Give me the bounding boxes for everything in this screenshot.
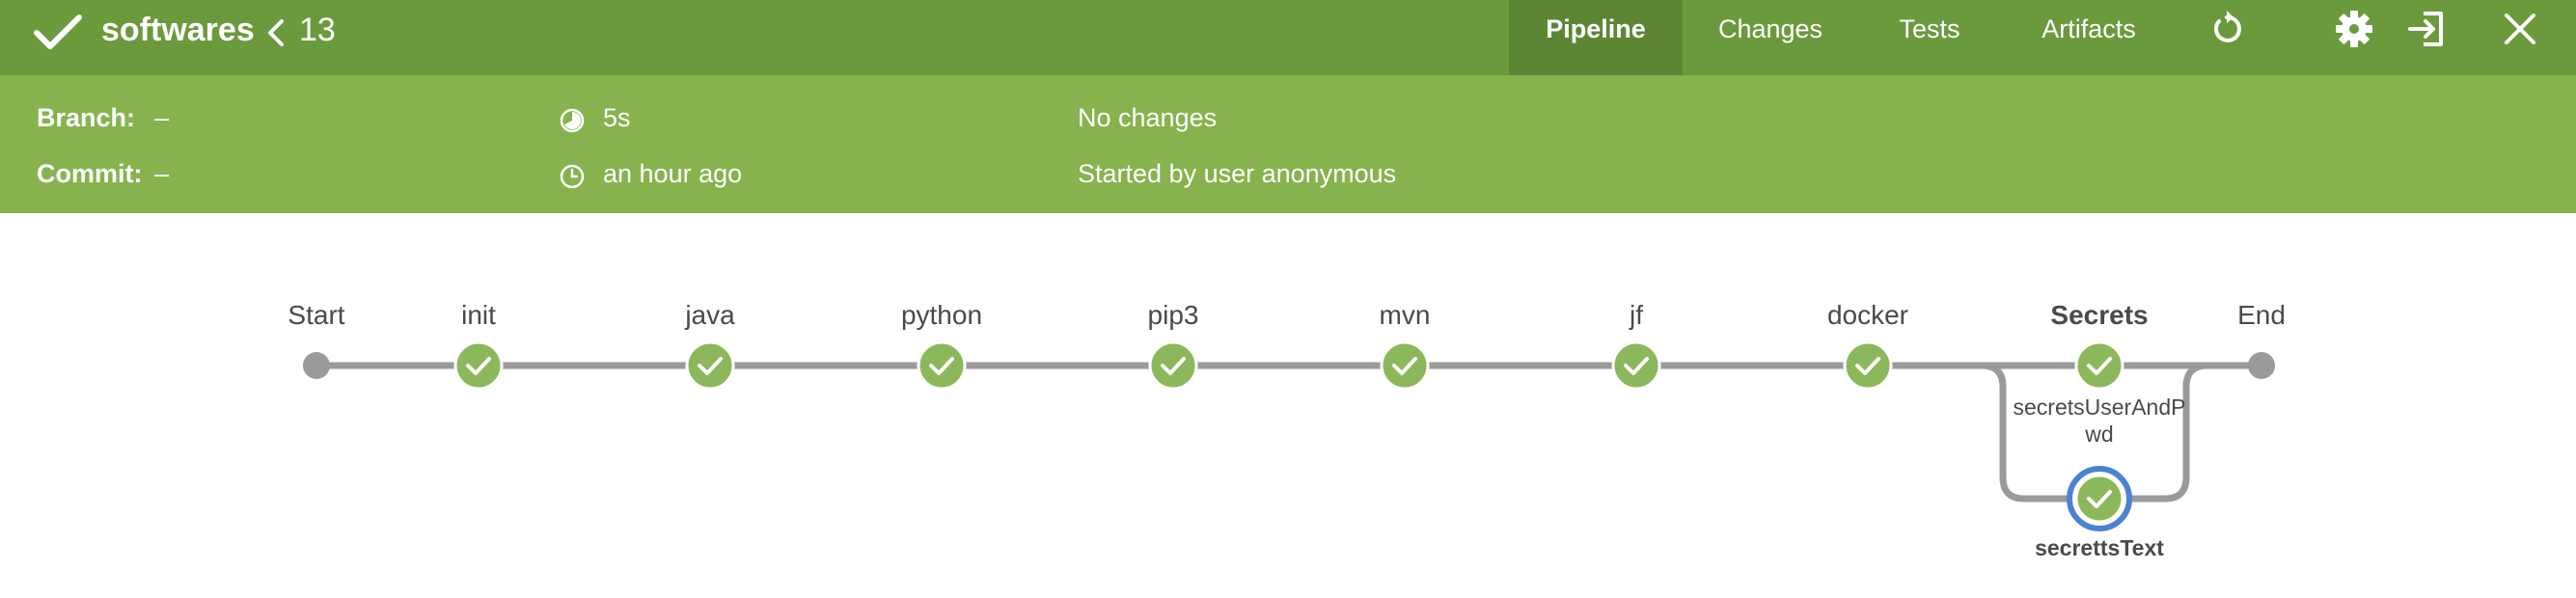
time-ago-value: an hour ago xyxy=(603,159,743,188)
stage-node-jf[interactable] xyxy=(1611,340,1661,391)
check-icon xyxy=(34,14,82,49)
pipeline-graph xyxy=(303,340,2275,531)
tab-changes[interactable]: Changes xyxy=(1698,0,1843,75)
tab-artifacts[interactable]: Artifacts xyxy=(2016,0,2161,75)
replay-icon[interactable] xyxy=(2206,8,2248,50)
changes-summary: No changes xyxy=(1078,103,1218,132)
stage-node-docker[interactable] xyxy=(1843,340,1893,391)
connector-lines xyxy=(313,362,2265,503)
duration-value: 5s xyxy=(603,103,631,132)
stage-label-init: init xyxy=(461,300,496,330)
started-by: Started by user anonymous xyxy=(1078,159,1397,188)
gear-icon[interactable] xyxy=(2333,8,2375,50)
stage-node-java[interactable] xyxy=(685,340,735,391)
open-external-icon[interactable] xyxy=(2406,8,2449,50)
stage-label-java: java xyxy=(685,300,735,330)
close-icon[interactable] xyxy=(2499,8,2541,50)
branch-label-line2: wd xyxy=(2085,421,2114,447)
job-name[interactable]: softwares xyxy=(101,12,255,49)
tab-tests[interactable]: Tests xyxy=(1852,0,2007,75)
stage-node-pip3[interactable] xyxy=(1148,340,1198,391)
run-details-bar: Branch: – Commit: – 5s an hour ago No ch… xyxy=(0,75,2576,213)
branch-value: – xyxy=(154,103,170,132)
commit-value: – xyxy=(154,159,170,188)
stage-node-init[interactable] xyxy=(453,340,504,391)
run-number[interactable]: 13 xyxy=(299,12,336,49)
branch-label-secrets-user-pwd: secretsUserAndP wd xyxy=(2013,394,2186,448)
branch-label-line1: secretsUserAndP xyxy=(2013,394,2186,420)
end-node[interactable] xyxy=(2248,352,2275,379)
clock-icon xyxy=(560,164,585,189)
stage-label-docker: docker xyxy=(1826,300,1909,330)
tab-pipeline[interactable]: Pipeline xyxy=(1509,0,1683,75)
stage-label-mvn: mvn xyxy=(1379,300,1431,330)
end-label: End xyxy=(2237,300,2286,330)
stage-label-pip3: pip3 xyxy=(1147,300,1199,330)
duration-icon xyxy=(560,108,585,133)
start-node[interactable] xyxy=(303,352,330,379)
stage-node-secretts-text[interactable] xyxy=(2067,466,2132,531)
chevron-left-icon[interactable] xyxy=(264,17,288,48)
stage-node-python[interactable] xyxy=(917,340,967,391)
stage-node-secrets-user-pwd[interactable] xyxy=(2074,340,2124,391)
top-bar: softwares 13 Pipeline Changes Tests Arti… xyxy=(0,0,2576,75)
branch-label-secretts-text: secrettsText xyxy=(2035,535,2164,560)
stage-label-python: python xyxy=(900,300,983,330)
stage-label-jf: jf xyxy=(1630,300,1643,330)
commit-label: Commit: xyxy=(37,159,143,188)
stage-node-mvn[interactable] xyxy=(1380,340,1430,391)
branch-label: Branch: xyxy=(37,103,136,132)
